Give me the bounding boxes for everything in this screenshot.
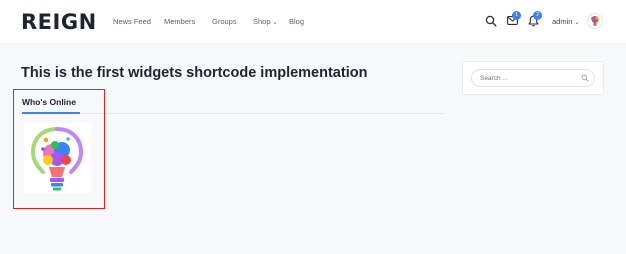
chevron-down-icon: ⌄ (574, 20, 580, 26)
nav-item-members[interactable]: Members (164, 17, 195, 26)
site-logo[interactable]: REIGN (21, 10, 97, 34)
widget-title-underline (22, 112, 80, 114)
search-icon[interactable] (485, 15, 497, 27)
search-icon[interactable] (581, 74, 589, 82)
top-navigation-bar: REIGN News Feed Members Groups Shop ⌄ Blo… (0, 0, 626, 44)
widget-title: Who's Online (22, 97, 76, 107)
user-name: admin (552, 17, 573, 26)
online-member-avatar[interactable] (24, 123, 91, 193)
avatar[interactable] (587, 13, 603, 29)
chevron-down-icon: ⌄ (272, 20, 278, 26)
nav-item-news-feed[interactable]: News Feed (113, 17, 151, 26)
notifications-badge: 2 (533, 11, 542, 20)
content-divider (80, 112, 445, 114)
user-menu[interactable]: admin ⌄ (552, 17, 579, 26)
logo-text: REIGN (21, 10, 97, 34)
nav-item-blog[interactable]: Blog (289, 17, 304, 26)
lightbulb-avatar-image (30, 127, 84, 191)
search-input[interactable] (471, 69, 595, 87)
nav-item-groups[interactable]: Groups (212, 17, 237, 26)
user-avatar-image (591, 16, 599, 26)
nav-item-shop[interactable]: Shop ⌄ (253, 17, 278, 26)
page-title: This is the first widgets shortcode impl… (21, 65, 368, 81)
messages-badge: 1 (512, 11, 521, 20)
